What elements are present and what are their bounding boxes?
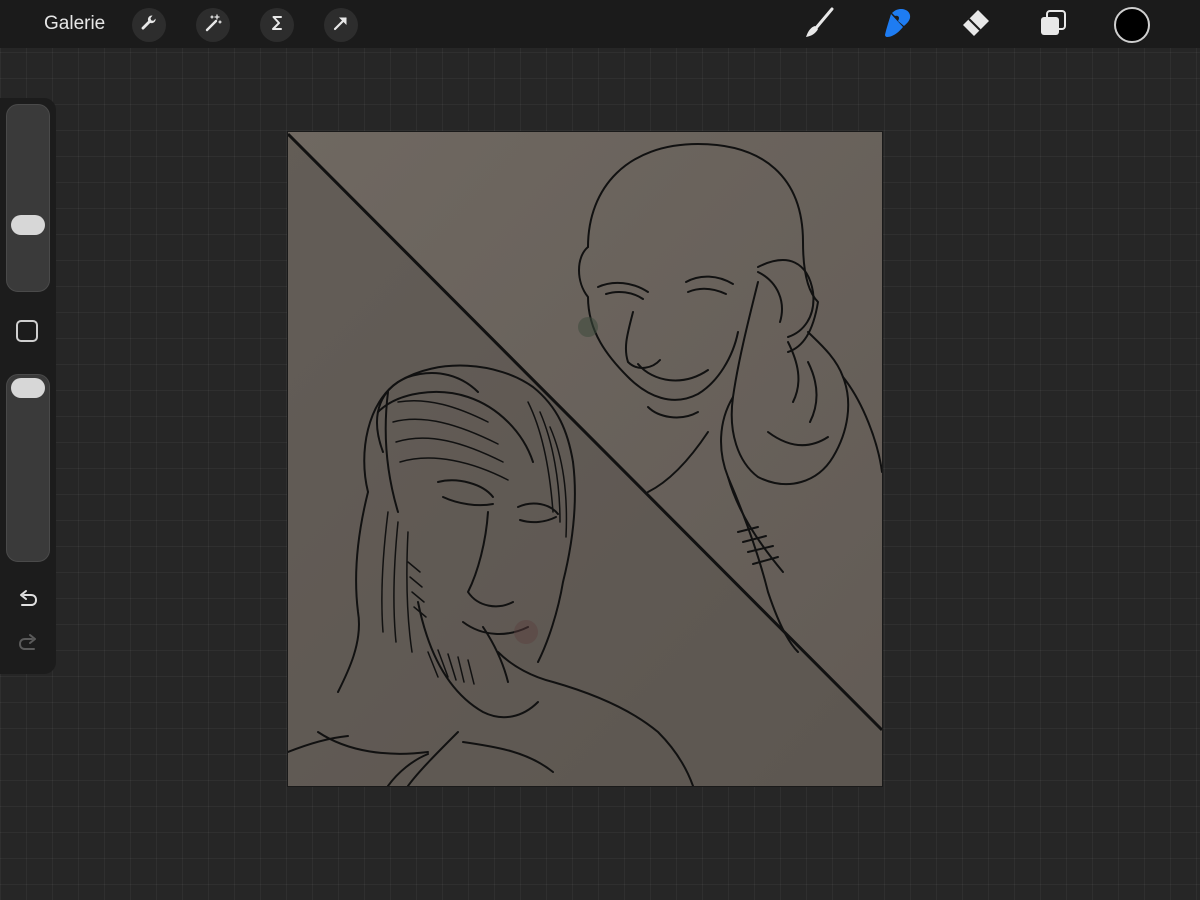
- layers-icon: [1036, 6, 1070, 45]
- modify-button[interactable]: [16, 320, 38, 342]
- redo-icon: [16, 630, 40, 659]
- layers-button[interactable]: [1034, 6, 1072, 44]
- eraser-tool-button[interactable]: [956, 6, 994, 44]
- eraser-icon: [958, 6, 992, 45]
- redo-button[interactable]: [14, 630, 42, 658]
- adjustments-button[interactable]: [196, 8, 230, 42]
- left-sidebar: [0, 98, 56, 674]
- selection-icon: [267, 13, 287, 38]
- gallery-button[interactable]: Galerie: [44, 12, 105, 36]
- undo-icon: [16, 586, 40, 615]
- drawing-canvas[interactable]: [288, 132, 882, 786]
- smudge-tool-button[interactable]: [878, 6, 916, 44]
- opacity-slider[interactable]: [6, 374, 50, 562]
- transform-button[interactable]: [324, 8, 358, 42]
- opacity-handle[interactable]: [11, 378, 45, 398]
- paint-tool-button[interactable]: [800, 6, 838, 44]
- artwork-sketch: [288, 132, 882, 786]
- smudge-icon: [880, 6, 914, 45]
- brush-size-handle[interactable]: [11, 214, 45, 235]
- undo-button[interactable]: [14, 586, 42, 614]
- brush-size-slider[interactable]: [6, 104, 50, 292]
- transform-arrow-icon: [331, 13, 351, 38]
- top-toolbar: Galerie: [0, 0, 1200, 48]
- color-picker-button[interactable]: [1114, 7, 1150, 43]
- magic-wand-icon: [203, 13, 223, 38]
- actions-button[interactable]: [132, 8, 166, 42]
- selection-button[interactable]: [260, 8, 294, 42]
- brush-icon: [802, 6, 836, 45]
- wrench-icon: [139, 13, 159, 38]
